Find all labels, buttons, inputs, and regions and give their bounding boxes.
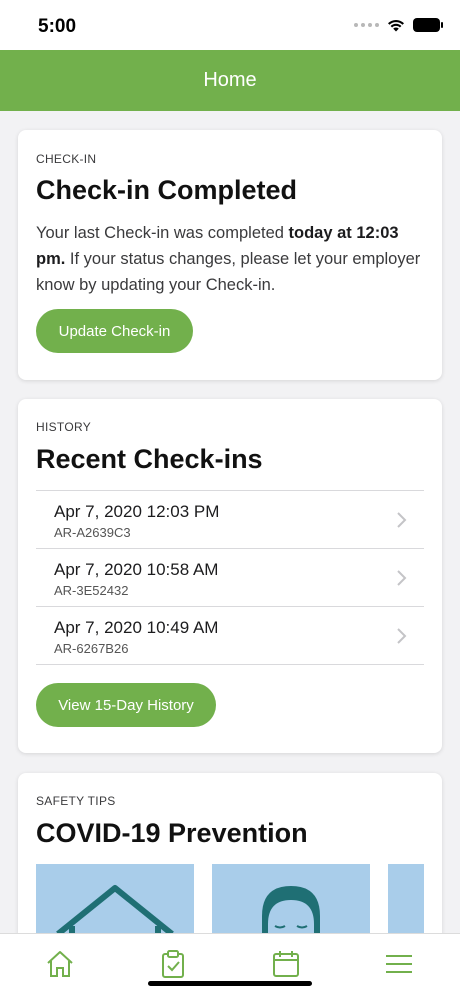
tips-eyebrow: SAFETY TIPS xyxy=(36,794,116,808)
checkin-code: AR-6267B26 xyxy=(54,641,129,656)
tab-calendar[interactable] xyxy=(270,948,302,980)
house-icon xyxy=(56,885,174,933)
clipboard-check-icon xyxy=(162,950,184,978)
menu-icon xyxy=(386,955,412,973)
history-title: Recent Check-ins xyxy=(36,444,263,474)
tab-bar xyxy=(0,933,460,996)
status-icons xyxy=(354,18,443,32)
view-history-button[interactable]: View 15-Day History xyxy=(36,683,216,727)
checkin-description: Your last Check-in was completed today a… xyxy=(36,224,421,294)
chevron-right-icon xyxy=(397,628,407,644)
checkin-date: Apr 7, 2020 12:03 PM xyxy=(54,502,220,521)
chevron-right-icon xyxy=(397,512,407,528)
calendar-icon xyxy=(273,951,299,977)
status-bar: 5:00 xyxy=(0,0,460,50)
list-item[interactable]: Apr 7, 2020 10:49 AM AR-6267B26 xyxy=(36,607,424,665)
tab-menu[interactable] xyxy=(383,948,415,980)
chevron-right-icon xyxy=(397,570,407,586)
home-indicator xyxy=(148,981,312,986)
checkin-code: AR-A2639C3 xyxy=(54,525,131,540)
nav-bar: Home xyxy=(0,50,460,111)
list-item[interactable]: Apr 7, 2020 10:58 AM AR-3E52432 xyxy=(36,549,424,607)
update-checkin-button[interactable]: Update Check-in xyxy=(36,309,193,353)
tips-carousel[interactable] xyxy=(36,864,424,933)
page-title: Home xyxy=(203,69,257,91)
home-icon xyxy=(47,951,73,977)
checkin-date: Apr 7, 2020 10:49 AM xyxy=(54,618,219,637)
list-item[interactable]: Apr 7, 2020 12:03 PM AR-A2639C3 xyxy=(36,491,424,549)
tip-card-home[interactable] xyxy=(36,864,194,933)
checkin-eyebrow: CHECK-IN xyxy=(36,152,97,166)
checkin-date: Apr 7, 2020 10:58 AM xyxy=(54,560,219,579)
tab-checkin[interactable] xyxy=(157,948,189,980)
person-face-icon xyxy=(262,886,320,933)
tip-card-face[interactable] xyxy=(212,864,370,933)
checkin-title: Check-in Completed xyxy=(36,175,298,205)
tips-title: COVID-19 Prevention xyxy=(36,818,308,848)
tip-card-partial[interactable] xyxy=(388,864,424,933)
checkin-code: AR-3E52432 xyxy=(54,583,129,598)
wifi-icon xyxy=(388,19,404,32)
battery-icon xyxy=(413,18,443,32)
tab-home[interactable] xyxy=(44,948,76,980)
history-card: HISTORY Recent Check-ins Apr 7, 2020 12:… xyxy=(18,399,442,753)
history-eyebrow: HISTORY xyxy=(36,420,92,434)
recent-checkins-list: Apr 7, 2020 12:03 PM AR-A2639C3 Apr 7, 2… xyxy=(36,490,424,665)
cellular-signal-icon xyxy=(354,23,379,27)
scroll-content[interactable]: CHECK-IN Check-in Completed Your last Ch… xyxy=(0,111,460,933)
checkin-card: CHECK-IN Check-in Completed Your last Ch… xyxy=(18,130,442,380)
status-time: 5:00 xyxy=(38,16,77,37)
